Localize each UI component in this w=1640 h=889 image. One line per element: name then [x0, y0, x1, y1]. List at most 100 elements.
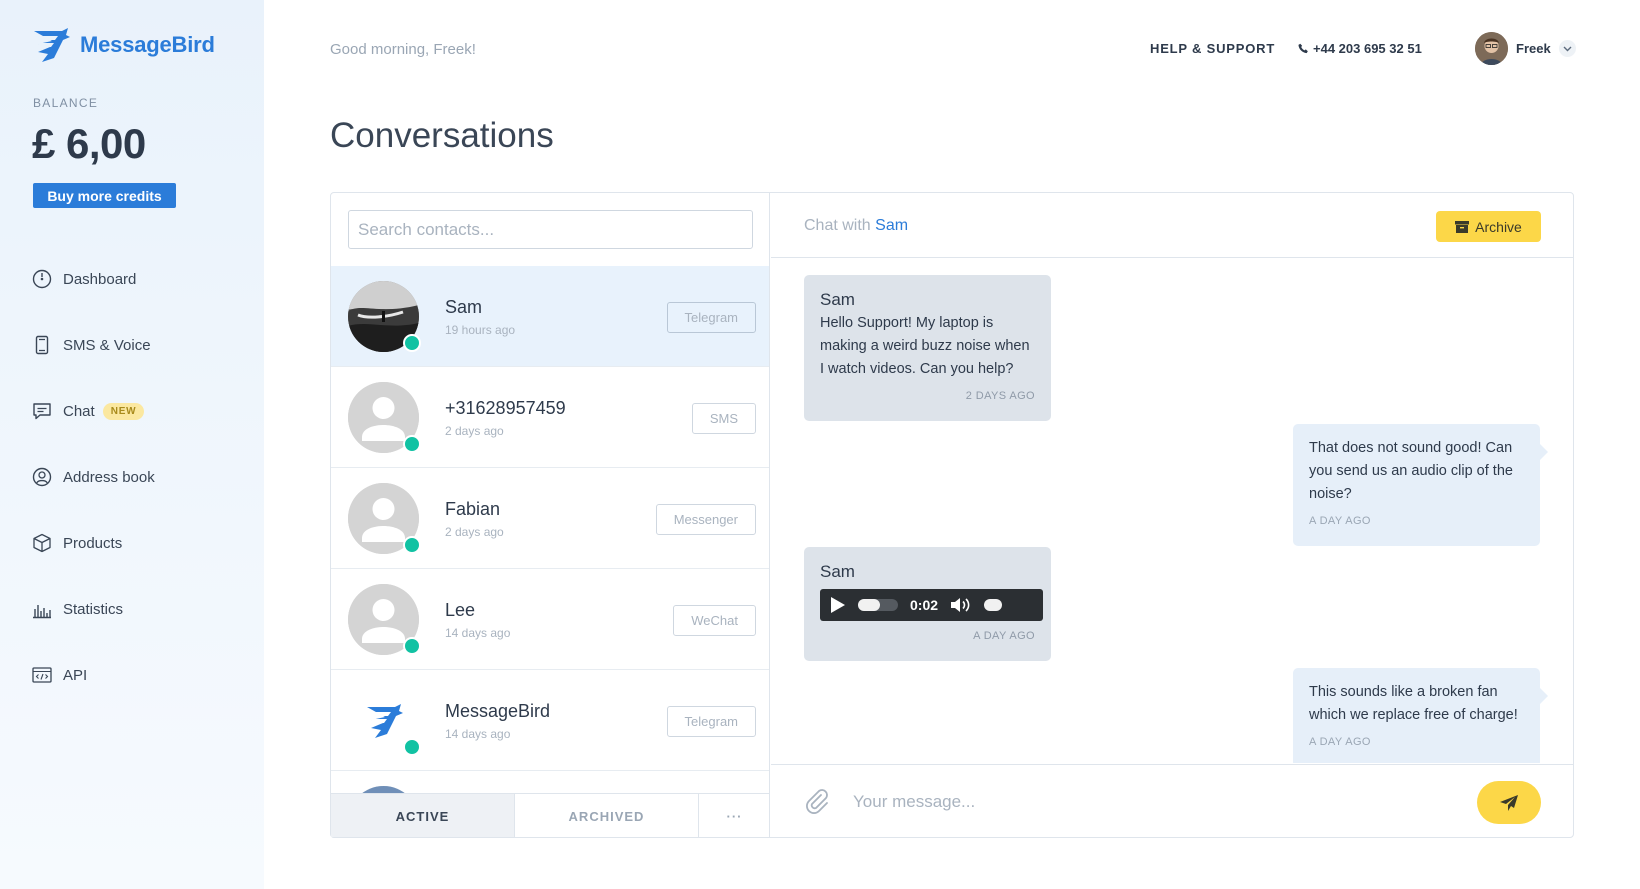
online-status-dot [403, 435, 421, 453]
message-time: A DAY AGO [973, 630, 1035, 642]
volume-slider[interactable] [984, 599, 1003, 611]
contacts-list-pane: Sam 19 hours ago Telegram +31628957459 2… [331, 193, 770, 837]
message-sender: Sam [820, 290, 855, 309]
phone-icon [1298, 43, 1308, 54]
contact-item-sam[interactable]: Sam 19 hours ago Telegram [331, 266, 769, 367]
phone-number: +44 203 695 32 51 [1313, 41, 1422, 56]
channel-tag: WeChat [673, 605, 756, 636]
message-text: Hello Support! My laptop is making a wei… [820, 315, 1030, 377]
channel-tag: Telegram [666, 706, 756, 737]
archive-box-icon [1455, 220, 1470, 233]
channel-tag: Messenger [655, 504, 756, 535]
outgoing-message: This sounds like a broken fan which we r… [1293, 668, 1548, 763]
audio-time: 0:02 [910, 596, 939, 613]
contact-time: 14 days ago [445, 626, 511, 640]
chevron-down-icon [1558, 40, 1576, 57]
sidebar-item-label: SMS & Voice [63, 336, 151, 354]
audio-seek-slider[interactable] [858, 599, 898, 611]
sidebar-item-label: Statistics [63, 600, 124, 618]
online-status-dot [403, 637, 421, 655]
contact-item-phone[interactable]: +31628957459 2 days ago SMS [331, 367, 769, 468]
sidebar-item-statistics[interactable]: Statistics [32, 576, 155, 642]
balance-label: BALANCE [33, 96, 99, 110]
messagebird-bird-icon [34, 28, 70, 62]
chat-header: Chat with Sam Archive [771, 193, 1573, 258]
user-name: Freek [1516, 41, 1551, 56]
chat-pane: Chat with Sam Archive Sam Hello Support!… [771, 193, 1573, 837]
chat-icon [33, 403, 51, 420]
contacts-list: Sam 19 hours ago Telegram +31628957459 2… [331, 266, 769, 837]
message-text: This sounds like a broken fan which we r… [1309, 684, 1518, 723]
chat-contact-name[interactable]: Sam [875, 217, 908, 234]
contact-name: Lee [445, 600, 476, 620]
message-input[interactable] [853, 785, 1413, 819]
audio-player[interactable]: 0:02 [820, 589, 1043, 621]
send-icon [1500, 794, 1518, 811]
code-window-icon [32, 667, 52, 683]
contact-item-fabian[interactable]: Fabian 2 days ago Messenger [331, 468, 769, 569]
sidebar-item-sms-voice[interactable]: SMS & Voice [32, 312, 155, 378]
archive-label: Archive [1475, 218, 1522, 235]
contact-item-lee[interactable]: Lee 14 days ago WeChat [331, 569, 769, 670]
tab-active[interactable]: ACTIVE [331, 794, 515, 837]
contact-name: Fabian [445, 499, 501, 519]
send-button[interactable] [1477, 781, 1541, 824]
online-status-dot [403, 334, 421, 352]
incoming-audio-message: Sam 0:02 A DAY AGO [804, 547, 1051, 661]
user-menu[interactable]: Freek [1475, 32, 1576, 65]
online-status-dot [403, 738, 421, 756]
balance-value: £ 6,00 [32, 120, 146, 167]
contact-time: 14 days ago [445, 727, 511, 741]
channel-tag: SMS [691, 403, 756, 434]
phone-device-icon [35, 335, 49, 355]
online-status-dot [403, 536, 421, 554]
archive-button[interactable]: Archive [1436, 211, 1541, 242]
message-list: Sam Hello Support! My laptop is making a… [771, 259, 1573, 763]
box-icon [33, 533, 51, 553]
avatar [1475, 32, 1508, 65]
message-composer [771, 764, 1573, 837]
incoming-message: Sam Hello Support! My laptop is making a… [804, 275, 1051, 421]
sidebar-item-address-book[interactable]: Address book [32, 444, 155, 510]
help-support-link[interactable]: HELP & SUPPORT [1150, 41, 1275, 56]
chat-title: Chat with Sam [804, 217, 908, 235]
contact-name: MessageBird [445, 701, 551, 721]
support-phone[interactable]: +44 203 695 32 51 [1298, 41, 1422, 56]
sidebar-item-label: Address book [63, 468, 155, 486]
more-options-tab[interactable]: ··· [699, 794, 769, 837]
sidebar-item-api[interactable]: API [32, 642, 155, 708]
new-badge: NEW [102, 402, 145, 420]
sidebar-item-label: API [63, 666, 88, 684]
sidebar-item-products[interactable]: Products [32, 510, 155, 576]
search-contacts-input[interactable] [348, 210, 753, 249]
volume-icon[interactable] [950, 596, 972, 614]
messagebird-logo[interactable]: MessageBird [32, 28, 215, 62]
tab-archived[interactable]: ARCHIVED [515, 794, 699, 837]
message-time: 2 DAYS AGO [965, 390, 1035, 402]
greeting-text: Good morning, Freek! [330, 41, 476, 58]
chat-with-label: Chat with [804, 217, 871, 234]
contact-time: 2 days ago [445, 525, 504, 539]
brand-name: MessageBird [80, 32, 215, 57]
outgoing-message: That does not sound good! Can you send u… [1293, 424, 1548, 546]
contact-time: 19 hours ago [445, 323, 516, 337]
contact-item-messagebird[interactable]: MessageBird 14 days ago Telegram [331, 670, 769, 771]
play-icon[interactable] [830, 596, 846, 614]
buy-credits-button[interactable]: Buy more credits [33, 183, 176, 208]
sidebar-item-dashboard[interactable]: Dashboard [32, 246, 155, 312]
contact-time: 2 days ago [445, 424, 504, 438]
seek-knob[interactable] [858, 599, 880, 611]
contact-name: +31628957459 [445, 398, 566, 418]
message-text: That does not sound good! Can you send u… [1309, 440, 1513, 502]
sidebar-item-chat[interactable]: Chat NEW [32, 378, 155, 444]
dashboard-icon [32, 269, 52, 289]
attachment-icon[interactable] [804, 789, 830, 815]
sidebar-item-label: Dashboard [63, 270, 137, 288]
message-time: A DAY AGO [1309, 736, 1371, 748]
contact-icon [32, 467, 52, 487]
sidebar: MessageBird BALANCE £ 6,00 Buy more cred… [0, 0, 264, 889]
message-time: A DAY AGO [1309, 515, 1371, 527]
conversation-tabs: ACTIVE ARCHIVED ··· [331, 793, 769, 837]
sidebar-nav: Dashboard SMS & Voice Chat NEW Address b… [32, 246, 155, 708]
channel-tag: Telegram [666, 302, 756, 333]
